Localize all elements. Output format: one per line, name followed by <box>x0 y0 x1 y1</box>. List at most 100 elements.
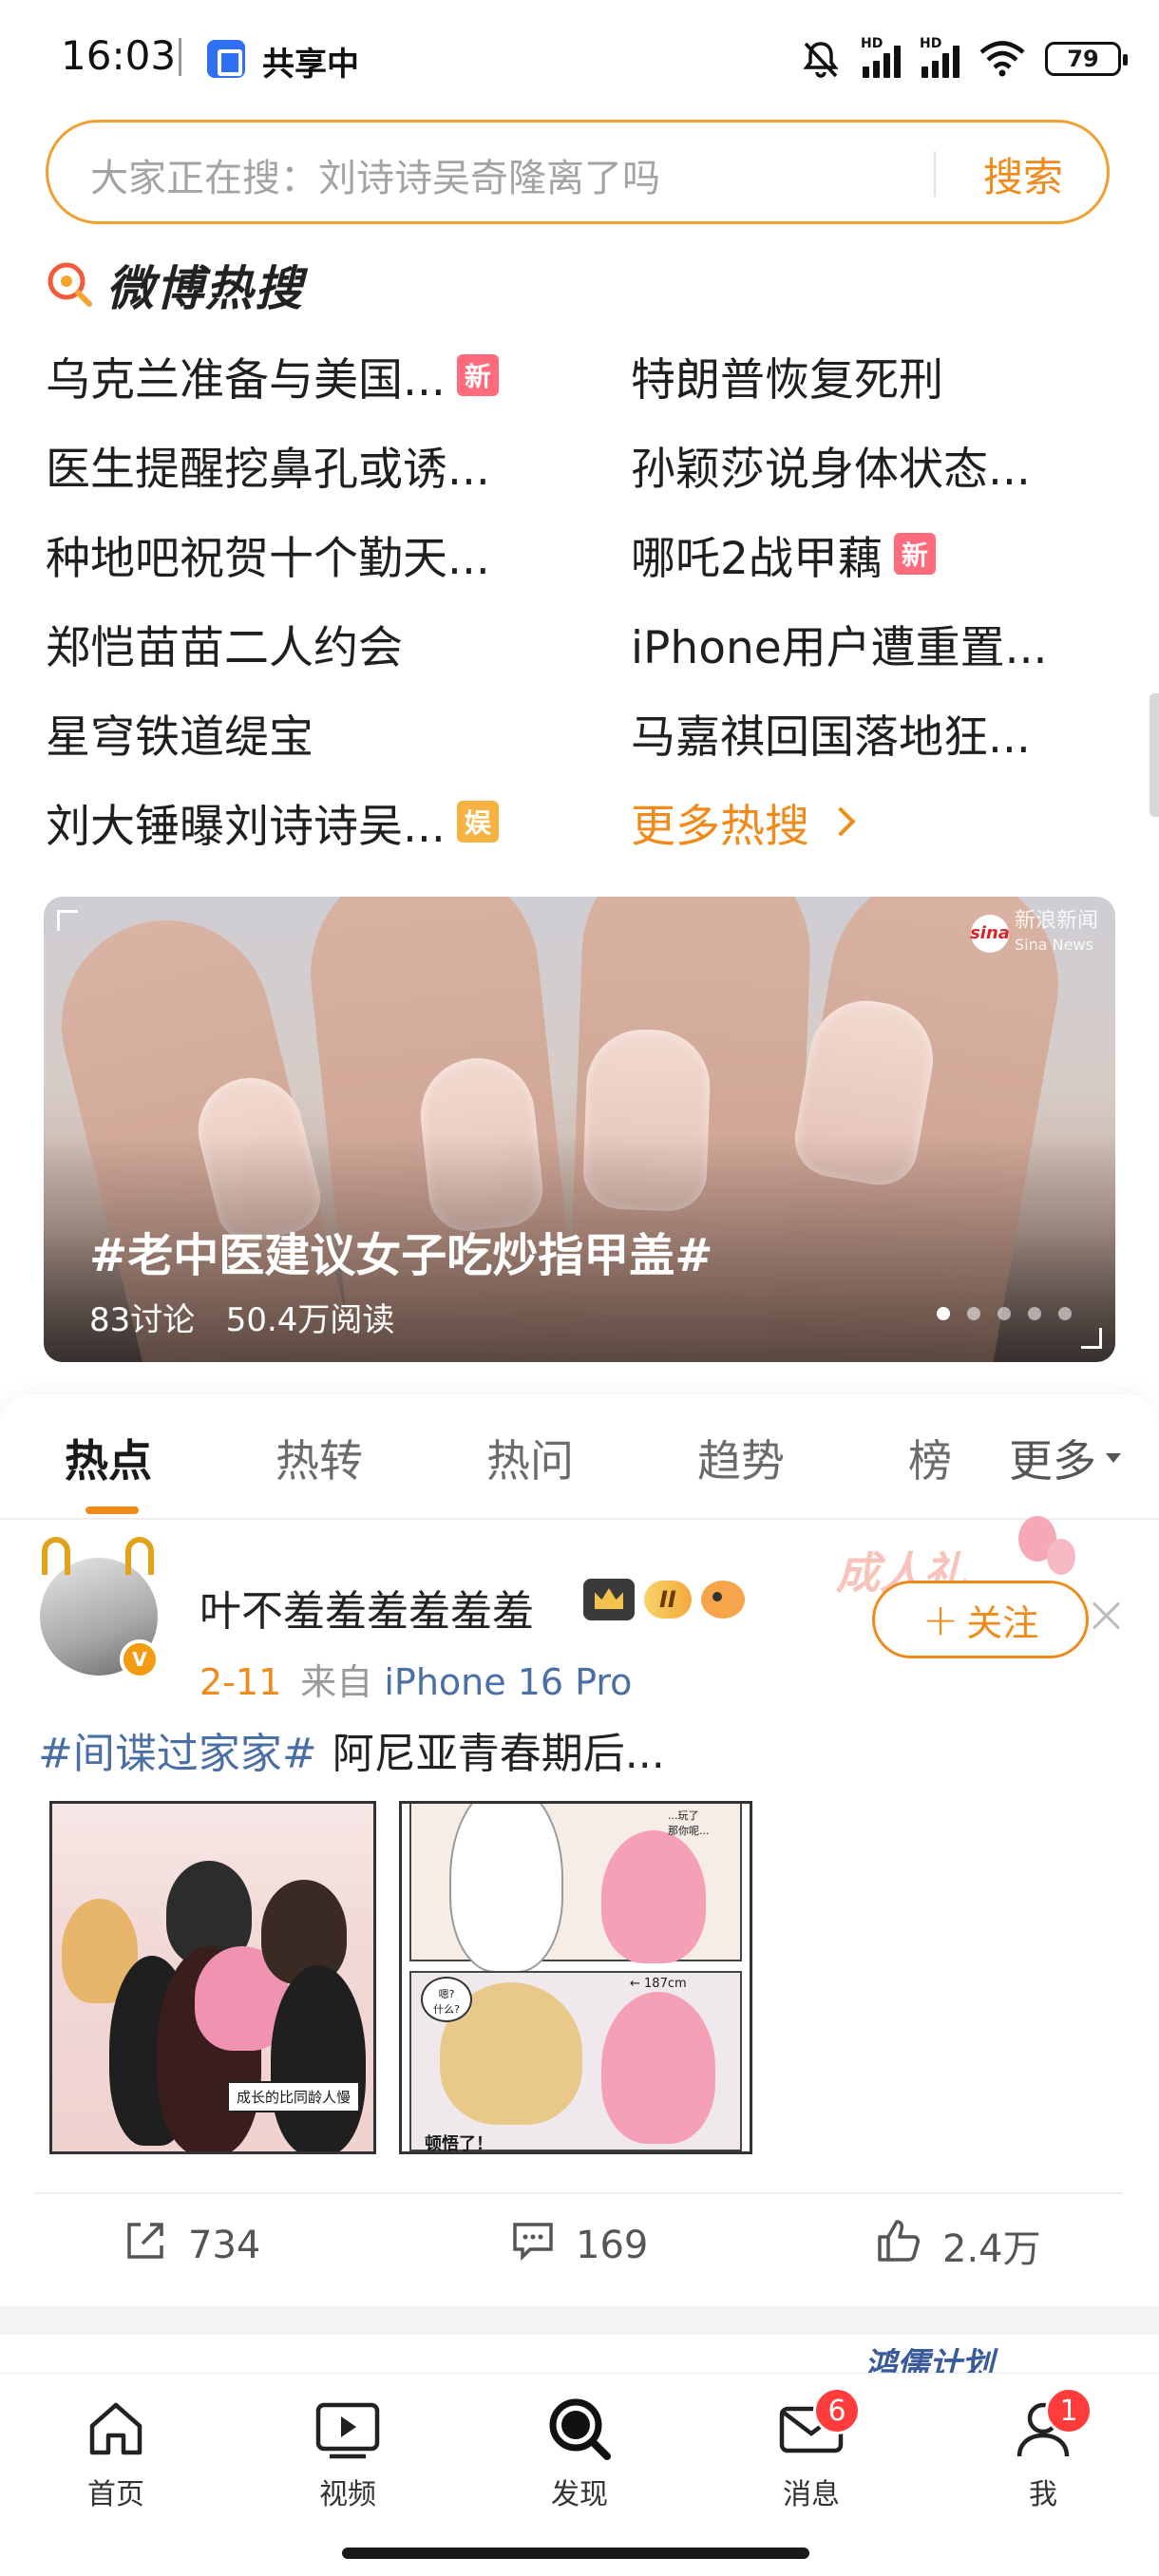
sina-logo-text: 新浪新闻 Sina News <box>1015 910 1098 957</box>
signal-1-hd-label: HD <box>861 36 884 51</box>
hot-search-item[interactable]: iPhone用户遭重置... <box>631 610 1047 676</box>
search-placeholder[interactable]: 大家正在搜：刘诗诗吴奇隆离了吗 <box>90 147 660 202</box>
image-1-caption: 成长的比同龄人慢 <box>227 2081 361 2112</box>
mail-icon: 6 <box>775 2387 861 2465</box>
comic-character <box>449 1804 563 1973</box>
actions-divider <box>34 2192 1123 2194</box>
post-image-1[interactable]: 成长的比同龄人慢 <box>49 1801 376 2154</box>
follow-label: 关注 <box>966 1601 1039 1644</box>
post-text[interactable]: #间谍过家家# 阿尼亚青春期后... <box>38 1719 665 1780</box>
bottom-navigation: 首页 视频 发现 6 消息 1 我 <box>0 2373 1159 2576</box>
hot-search-item-text: 孙颖莎说身体状态... <box>631 443 1031 496</box>
status-divider <box>179 38 181 76</box>
carousel-dots[interactable] <box>937 1307 1072 1320</box>
hot-search-item-text: 郑恺苗苗二人约会 <box>46 621 403 674</box>
hot-search-brand-title: 微博热搜 <box>106 261 304 316</box>
tab-trend[interactable]: 趋势 <box>697 1427 785 1489</box>
hot-search-item-text: 哪吒2战甲藕 <box>631 532 883 585</box>
section-gap <box>0 2306 1159 2335</box>
image-2-caption-1: ...玩了 那你呢... <box>668 1809 710 1837</box>
image-2-caption-2: 嗯? 什么? <box>421 1977 472 2022</box>
more-hot-search-link[interactable]: 更多热搜 <box>631 788 856 855</box>
screen-share-icon <box>207 40 245 78</box>
hot-search-item[interactable]: 孙颖莎说身体状态... <box>631 431 1031 498</box>
sina-logo-icon: sina <box>970 914 1010 953</box>
like-button[interactable]: 2.4万 <box>874 2217 1041 2274</box>
comment-button[interactable]: 169 <box>509 2217 648 2274</box>
caret-down-icon <box>1106 1453 1121 1463</box>
hot-search-item[interactable]: 医生提醒挖鼻孔或诱... <box>46 431 490 498</box>
nav-home[interactable]: 首页 <box>40 2393 192 2516</box>
user-icon: 1 <box>1007 2387 1092 2465</box>
more-hot-search-label: 更多热搜 <box>631 800 809 853</box>
search-button[interactable]: 搜索 <box>983 145 1063 203</box>
signal-1-icon: HD <box>861 36 901 78</box>
post-topic-link[interactable]: #间谍过家家# <box>38 1730 317 1778</box>
close-icon[interactable] <box>1091 1600 1123 1632</box>
hot-search-item[interactable]: 种地吧祝贺十个勤天... <box>46 521 490 587</box>
comic-panel: 嗯? 什么? ← 187cm <box>409 1971 742 2151</box>
nav-messages[interactable]: 6 消息 <box>735 2387 887 2516</box>
status-bar: 16:03 共享中 HD HD 79 <box>0 0 1159 114</box>
chevron-right-icon <box>826 806 856 837</box>
post-source-label: 来自 <box>300 1661 373 1703</box>
follow-button[interactable]: + 关注 <box>872 1581 1089 1658</box>
tab-ranking[interactable]: 榜 <box>908 1427 952 1489</box>
post-device[interactable]: iPhone 16 Pro <box>384 1661 632 1703</box>
image-2-caption-3: ← 187cm <box>630 1977 687 1991</box>
feed-panel: 热点 热转 热问 趋势 榜 更多 V 叶不羞羞羞羞羞羞 II 2-11 来自 iP… <box>0 1394 1159 2306</box>
post-image-2[interactable]: ...玩了 那你呢... 嗯? 什么? ← 187cm 顿悟了！ <box>399 1801 752 2154</box>
carousel-dot[interactable] <box>1028 1307 1041 1320</box>
comment-count: 169 <box>576 2224 649 2267</box>
weibo-hot-search-header[interactable]: 微博热搜 <box>44 255 304 316</box>
comic-panel: ...玩了 那你呢... <box>409 1804 742 1973</box>
home-icon <box>80 2393 152 2465</box>
carousel-dot[interactable] <box>937 1307 950 1320</box>
signal-2-hd-label: HD <box>920 36 942 51</box>
hot-search-item[interactable]: 特朗普恢复死刑 <box>631 342 943 408</box>
carousel-dot[interactable] <box>1058 1307 1072 1320</box>
carousel-dot[interactable] <box>967 1307 980 1320</box>
fan-badge-icon <box>700 1581 745 1619</box>
post-date: 2-11 <box>200 1661 282 1703</box>
hot-search-item[interactable]: 星穹铁道缇宝 <box>46 699 314 766</box>
nav-discover[interactable]: 发现 <box>504 2393 656 2516</box>
video-icon <box>312 2393 384 2465</box>
hot-search-item-text: 刘大锤曝刘诗诗吴... <box>46 800 446 853</box>
search-bar[interactable]: 大家正在搜：刘诗诗吴奇隆离了吗 搜索 <box>46 120 1110 224</box>
nav-discover-label: 发现 <box>551 2478 608 2511</box>
antler-decoration-icon <box>42 1537 70 1575</box>
nav-video[interactable]: 视频 <box>272 2393 424 2516</box>
topic-banner[interactable]: sina 新浪新闻 Sina News #老中医建议女子吃炒指甲盖# 83讨论 … <box>44 897 1115 1362</box>
home-indicator[interactable] <box>342 2548 809 2559</box>
new-badge: 新 <box>456 354 499 396</box>
repost-button[interactable]: 734 <box>122 2217 260 2274</box>
hot-search-item[interactable]: 乌克兰准备与美国... 新 <box>46 342 499 408</box>
comment-icon <box>509 2217 557 2274</box>
hot-search-item-text: 特朗普恢复死刑 <box>631 353 943 407</box>
carousel-dot[interactable] <box>998 1307 1011 1320</box>
edge-scroll-handle[interactable] <box>1150 693 1159 817</box>
tab-hot-question[interactable]: 热问 <box>486 1427 574 1489</box>
profile-badge: 1 <box>1045 2387 1092 2434</box>
hot-search-item-text: 乌克兰准备与美国... <box>46 353 446 407</box>
sina-news-logo: sina 新浪新闻 Sina News <box>970 910 1098 957</box>
sina-logo-title: 新浪新闻 <box>1014 909 1098 933</box>
vip-badge[interactable]: II <box>583 1579 745 1620</box>
share-status-text: 共享中 <box>262 46 359 84</box>
banner-title: #老中医建议女子吃炒指甲盖# <box>89 1229 713 1282</box>
nav-profile[interactable]: 1 我 <box>967 2387 1119 2516</box>
tab-hot[interactable]: 热点 <box>65 1427 152 1489</box>
avatar[interactable]: V <box>40 1537 160 1679</box>
battery-indicator: 79 <box>1045 42 1128 76</box>
hot-search-item[interactable]: 郑恺苗苗二人约会 <box>46 610 403 676</box>
follow-plus-icon: + <box>922 1594 960 1645</box>
tabs-more-button[interactable]: 更多 <box>994 1427 1121 1489</box>
hot-search-item[interactable]: 哪吒2战甲藕 新 <box>631 521 936 587</box>
nav-home-label: 首页 <box>87 2478 144 2511</box>
mute-bell-icon <box>800 38 842 80</box>
tab-hot-repost[interactable]: 热转 <box>276 1427 363 1489</box>
hot-search-item[interactable]: 刘大锤曝刘诗诗吴... 娱 <box>46 788 499 855</box>
hot-search-item[interactable]: 马嘉祺回国落地狂... <box>631 699 1031 766</box>
post-username[interactable]: 叶不羞羞羞羞羞羞 <box>200 1577 534 1638</box>
